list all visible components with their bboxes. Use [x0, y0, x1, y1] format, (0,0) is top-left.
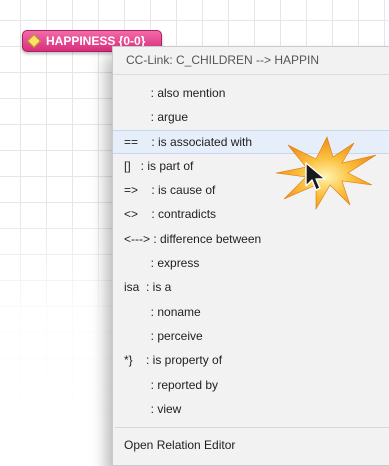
- arrow-cursor-icon: [305, 162, 326, 191]
- menu-header: CC-Link: C_CHILDREN --> HAPPIN: [113, 47, 389, 75]
- relation-list: : also mention : argue == : is associate…: [113, 75, 389, 421]
- menu-item-label: <---> : difference between: [124, 231, 262, 246]
- menu-item-label: <> : contradicts: [124, 207, 217, 222]
- menu-item-label: : view: [124, 401, 182, 416]
- relation-context-menu: CC-Link: C_CHILDREN --> HAPPIN : also me…: [112, 46, 389, 466]
- menu-item-label: => : is cause of: [124, 183, 216, 198]
- menu-item-difference-between[interactable]: <---> : difference between: [113, 227, 389, 251]
- menu-item-is-property-of[interactable]: *} : is property of: [113, 348, 389, 372]
- menu-item-also-mention[interactable]: : also mention: [113, 81, 389, 105]
- menu-item-label: : also mention: [124, 86, 226, 100]
- menu-item-label: == : is associated with: [124, 134, 253, 149]
- menu-item-noname[interactable]: : noname: [113, 300, 389, 324]
- menu-item-label: : reported by: [124, 377, 219, 392]
- menu-item-label: [] : is part of: [124, 158, 194, 173]
- menu-separator: [115, 427, 389, 429]
- menu-item-view[interactable]: : view: [113, 397, 389, 421]
- menu-item-reported-by[interactable]: : reported by: [113, 373, 389, 397]
- menu-item-is-a[interactable]: isa : is a: [113, 275, 389, 299]
- menu-footer-label: Open Relation Editor: [124, 438, 236, 453]
- menu-item-label: : express: [124, 256, 200, 271]
- open-relation-editor-item[interactable]: Open Relation Editor: [113, 432, 389, 458]
- menu-item-express[interactable]: : express: [113, 251, 389, 275]
- menu-item-label: : argue: [124, 110, 189, 125]
- menu-item-argue[interactable]: : argue: [113, 105, 389, 129]
- menu-item-label: isa : is a: [124, 280, 172, 295]
- menu-item-label: *} : is property of: [124, 353, 223, 368]
- menu-item-perceive[interactable]: : perceive: [113, 324, 389, 348]
- code-diamond-icon: [26, 33, 42, 49]
- menu-item-label: : perceive: [124, 328, 203, 343]
- menu-item-label: : noname: [124, 304, 201, 319]
